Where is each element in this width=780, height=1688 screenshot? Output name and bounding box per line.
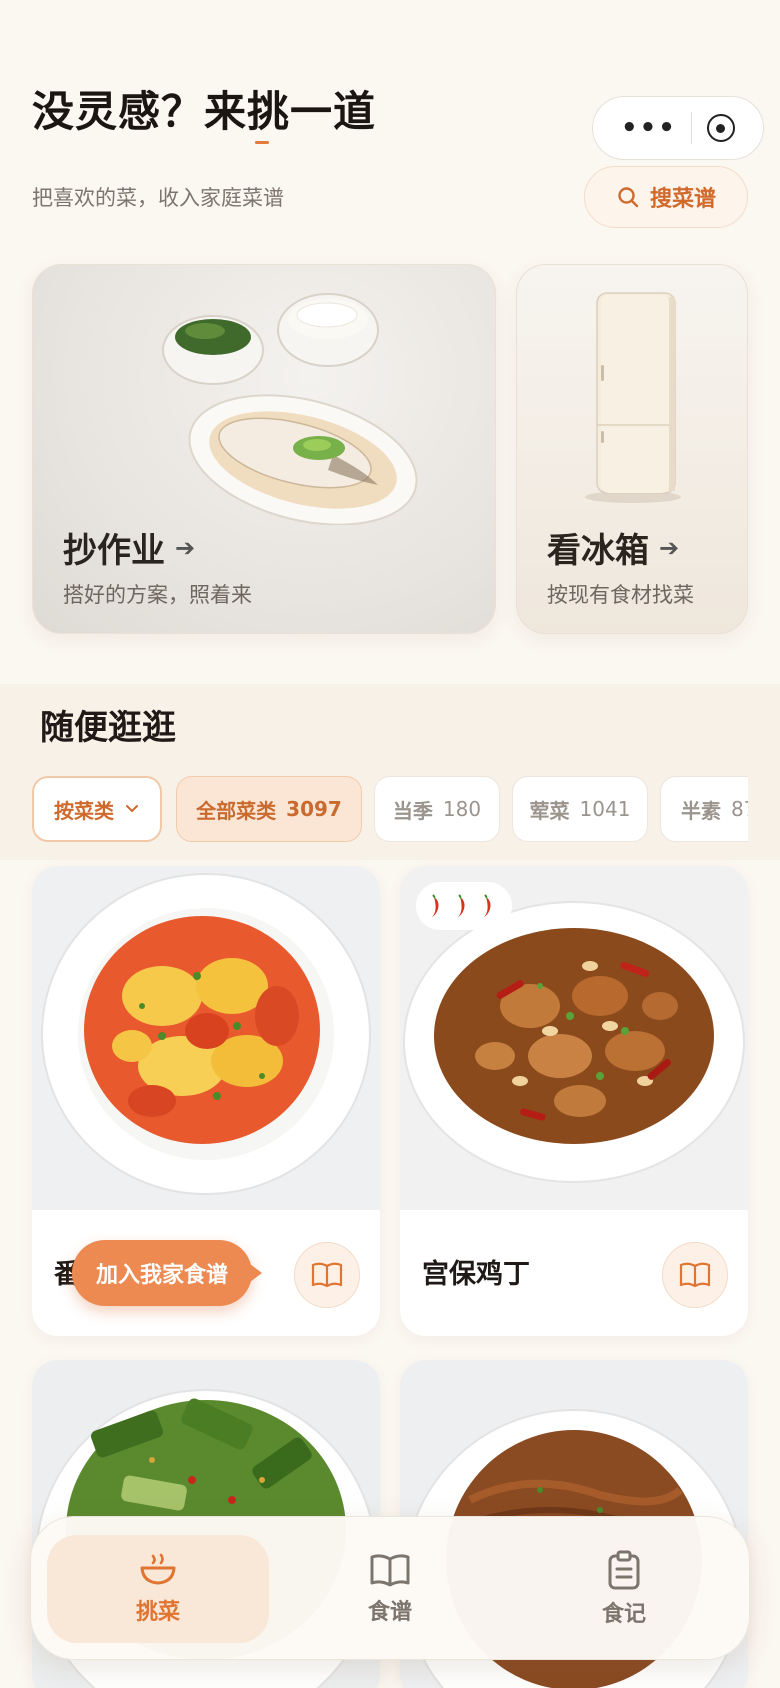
add-to-family-recipes-tooltip: 加入我家食谱 bbox=[72, 1240, 263, 1306]
tab-food-journal[interactable]: 食记 bbox=[513, 1535, 735, 1643]
check-fridge-title: 看冰箱 ➔ bbox=[547, 523, 679, 572]
chip-label: 荤菜 bbox=[529, 798, 570, 823]
tab-label: 挑菜 bbox=[135, 1600, 180, 1625]
copy-homework-card[interactable]: 抄作业 ➔ 搭好的方案，照着来 bbox=[32, 264, 496, 634]
clipboard-icon bbox=[608, 1550, 640, 1590]
tomato-egg-photo bbox=[32, 866, 380, 1210]
check-fridge-card[interactable]: 看冰箱 ➔ 按现有食材找菜 bbox=[516, 264, 748, 634]
tab-pick-dish[interactable]: 挑菜 bbox=[47, 1535, 269, 1643]
fish-dish-illustration bbox=[162, 293, 418, 525]
check-fridge-title-text: 看冰箱 bbox=[547, 531, 649, 571]
copy-homework-title-text: 抄作业 bbox=[63, 531, 165, 571]
tab-recipes[interactable]: 食谱 bbox=[279, 1535, 501, 1643]
chip-all-categories[interactable]: 全部菜类 3097 bbox=[176, 776, 362, 842]
chip-count: 180 bbox=[442, 797, 482, 821]
chip-meat[interactable]: 荤菜 1041 bbox=[512, 776, 648, 842]
chip-seasonal[interactable]: 当季 180 bbox=[374, 776, 500, 842]
dish-name: 宫保鸡丁 bbox=[422, 1259, 530, 1290]
check-fridge-subtitle: 按现有食材找菜 bbox=[547, 583, 694, 607]
dish-card[interactable]: 宫保鸡丁 bbox=[400, 866, 748, 1336]
open-book-icon bbox=[679, 1262, 711, 1288]
chip-half-veg[interactable]: 半素 87 bbox=[660, 776, 748, 842]
tab-label: 食记 bbox=[601, 1602, 646, 1627]
more-dots-icon[interactable]: ••• bbox=[621, 115, 677, 141]
open-book-icon bbox=[370, 1554, 410, 1587]
title-part2: 一道 bbox=[290, 87, 377, 136]
chili-pepper-icon bbox=[432, 894, 491, 917]
add-to-recipes-button[interactable] bbox=[662, 1242, 728, 1308]
title-part1: 没灵感？来 bbox=[32, 87, 248, 136]
arrow-right-icon: ➔ bbox=[175, 533, 196, 562]
arrow-right-icon: ➔ bbox=[659, 533, 680, 562]
search-recipes-button[interactable]: 搜菜谱 bbox=[584, 166, 748, 228]
mini-program-capsule: ••• bbox=[592, 96, 764, 160]
bottom-tab-bar: 挑菜 食谱 食记 bbox=[30, 1516, 750, 1660]
copy-homework-subtitle: 搭好的方案，照着来 bbox=[63, 583, 252, 607]
chip-label: 全部菜类 bbox=[196, 798, 277, 823]
chip-count: 87 bbox=[731, 797, 748, 821]
page-subtitle: 把喜欢的菜，收入家庭菜谱 bbox=[32, 186, 284, 210]
page-title: 没灵感？来挑一道 bbox=[32, 78, 376, 139]
target-circle-icon[interactable] bbox=[706, 114, 735, 142]
chevron-down-icon bbox=[126, 805, 138, 812]
category-chip-row[interactable]: 按菜类 全部菜类 3097 当季 180 荤菜 1041 半素 87 bbox=[32, 776, 748, 844]
copy-homework-title: 抄作业 ➔ bbox=[63, 523, 195, 572]
search-label: 搜菜谱 bbox=[649, 187, 716, 212]
add-to-recipes-button[interactable] bbox=[294, 1242, 360, 1308]
category-type-dropdown[interactable]: 按菜类 bbox=[32, 776, 162, 842]
fridge-illustration bbox=[585, 292, 681, 503]
dropdown-label: 按菜类 bbox=[54, 798, 114, 823]
chip-label: 当季 bbox=[392, 798, 433, 823]
tab-label: 食谱 bbox=[367, 1600, 412, 1625]
chip-count: 3097 bbox=[286, 797, 342, 821]
chip-label: 半素 bbox=[681, 798, 721, 823]
search-icon bbox=[618, 187, 639, 208]
capsule-divider bbox=[691, 112, 693, 144]
bowl-icon bbox=[140, 1553, 176, 1585]
open-book-icon bbox=[311, 1262, 343, 1288]
browse-section-title: 随便逛逛 bbox=[40, 708, 176, 748]
spicy-level-badge bbox=[416, 882, 512, 930]
title-accent: 挑 bbox=[247, 87, 291, 136]
chip-count: 1041 bbox=[579, 797, 631, 821]
